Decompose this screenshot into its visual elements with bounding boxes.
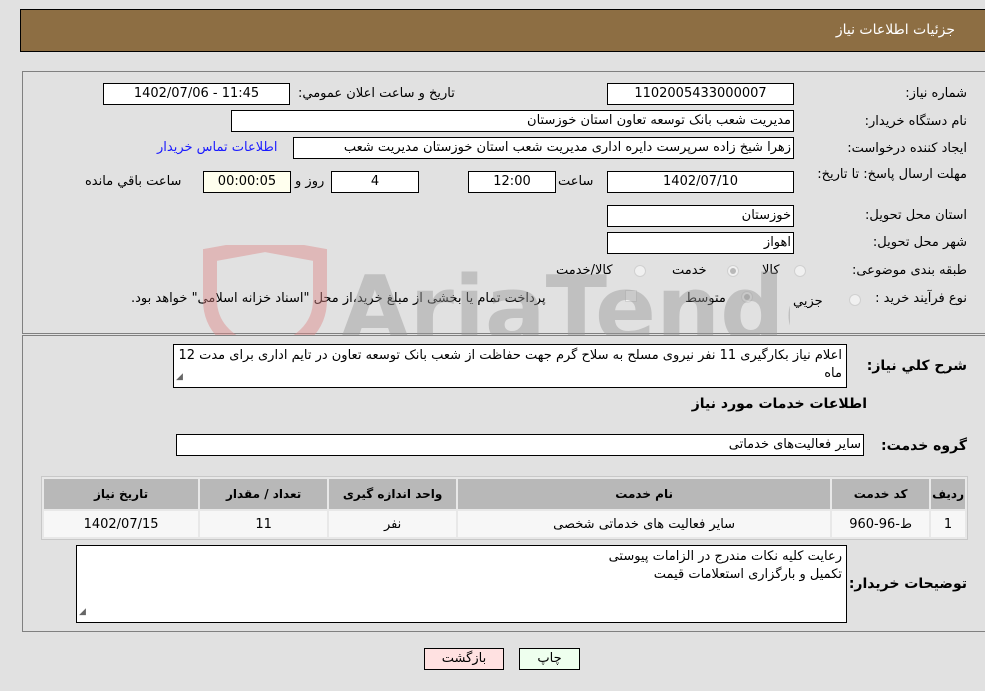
col-unit: واحد اندازه گیری bbox=[329, 479, 457, 509]
category-option-goods-service: کالا/خدمت bbox=[556, 263, 613, 278]
cell-row-number: 1 bbox=[931, 511, 965, 537]
need-number-label: شماره نیاز: bbox=[905, 86, 967, 101]
back-button[interactable]: بازگشت bbox=[424, 648, 504, 670]
buyer-notes-label: توضیحات خریدار: bbox=[848, 576, 967, 592]
cell-service-code: ط-96-960 bbox=[832, 511, 930, 537]
description-textarea[interactable]: اعلام نیاز بکارگیری 11 نفر نیروی مسلح به… bbox=[173, 344, 847, 388]
category-label: طبقه بندی موضوعی: bbox=[851, 263, 967, 278]
deadline-time-label: ساعت bbox=[558, 174, 594, 189]
province-field[interactable]: خوزستان bbox=[607, 205, 794, 227]
services-section-title: اطلاعات خدمات مورد نیاز bbox=[691, 396, 867, 412]
process-label: نوع فرآیند خرید : bbox=[875, 291, 967, 306]
col-quantity: تعداد / مقدار bbox=[200, 479, 328, 509]
category-radio-service[interactable] bbox=[727, 265, 739, 277]
need-number-field[interactable]: 1102005433000007 bbox=[607, 83, 794, 105]
days-remaining-field[interactable]: 4 bbox=[331, 171, 419, 193]
requester-label: ایجاد کننده درخواست: bbox=[847, 141, 967, 156]
treasury-checkbox[interactable] bbox=[625, 290, 637, 302]
city-label: شهر محل تحویل: bbox=[872, 235, 967, 250]
category-radio-goods-service[interactable] bbox=[634, 265, 646, 277]
table-header-row: ردیف کد خدمت نام خدمت واحد اندازه گیری ت… bbox=[44, 479, 965, 509]
col-service-code: کد خدمت bbox=[832, 479, 930, 509]
province-label: استان محل تحویل: bbox=[865, 208, 967, 223]
resize-grip-icon[interactable]: ◢ bbox=[176, 368, 183, 386]
buyer-org-label: نام دستگاه خریدار: bbox=[864, 114, 967, 129]
days-label: روز و bbox=[295, 174, 325, 189]
buyer-contact-link[interactable]: اطلاعات تماس خریدار bbox=[157, 140, 277, 155]
buyer-notes-line: رعایت کلیه نکات مندرج در الزامات پیوستی bbox=[608, 549, 842, 564]
cell-unit: نفر bbox=[329, 511, 457, 537]
page-header: جزئیات اطلاعات نیاز bbox=[20, 9, 985, 52]
col-service-name: نام خدمت bbox=[458, 479, 831, 509]
remaining-time-label: ساعت باقي مانده bbox=[85, 174, 182, 189]
requester-field[interactable]: زهرا شیخ زاده سرپرست دایره اداری مدیریت … bbox=[293, 137, 794, 159]
announce-label: تاریخ و ساعت اعلان عمومي: bbox=[298, 86, 455, 101]
col-row-number: ردیف bbox=[931, 479, 965, 509]
service-group-label: گروه خدمت: bbox=[881, 438, 967, 454]
cell-service-name: سایر فعالیت های خدماتی شخصی bbox=[458, 511, 831, 537]
details-panel: شماره نیاز: 1102005433000007 تاریخ و ساع… bbox=[22, 71, 985, 334]
city-field[interactable]: اهواز bbox=[607, 232, 794, 254]
category-radio-goods[interactable] bbox=[794, 265, 806, 277]
process-option-medium: متوسط bbox=[685, 291, 726, 306]
description-label: شرح کلي نیاز: bbox=[866, 358, 967, 374]
service-group-field[interactable]: سایر فعالیت‌های خدماتی bbox=[176, 434, 864, 456]
cell-quantity: 11 bbox=[200, 511, 328, 537]
print-button[interactable]: چاپ bbox=[519, 648, 580, 670]
page-title: جزئیات اطلاعات نیاز bbox=[835, 22, 955, 38]
description-text: اعلام نیاز بکارگیری 11 نفر نیروی مسلح به… bbox=[178, 348, 842, 381]
table-row: 1 ط-96-960 سایر فعالیت های خدماتی شخصی ن… bbox=[44, 511, 965, 537]
resize-grip-icon[interactable]: ◢ bbox=[79, 603, 86, 621]
buyer-org-field[interactable]: مدیریت شعب بانک توسعه تعاون استان خوزستا… bbox=[231, 110, 794, 132]
cell-need-date: 1402/07/15 bbox=[44, 511, 199, 537]
deadline-label: مهلت ارسال پاسخ: تا تاریخ: bbox=[817, 167, 967, 182]
buyer-notes-line: تکمیل و بارگزاری استعلامات قیمت bbox=[653, 567, 842, 582]
process-option-minor: جزيي bbox=[793, 294, 823, 309]
category-option-goods: کالا bbox=[762, 263, 780, 278]
process-radio-minor[interactable] bbox=[849, 294, 861, 306]
remaining-time-field: 00:00:05 bbox=[203, 171, 291, 193]
services-panel: شرح کلي نیاز: اعلام نیاز بکارگیری 11 نفر… bbox=[22, 335, 985, 632]
process-radio-medium[interactable] bbox=[741, 291, 753, 303]
category-option-service: خدمت bbox=[672, 263, 707, 278]
treasury-checkbox-label: پرداخت تمام یا بخشی از مبلغ خرید،از محل … bbox=[131, 291, 546, 306]
services-table: ردیف کد خدمت نام خدمت واحد اندازه گیری ت… bbox=[41, 476, 968, 540]
deadline-time-field[interactable]: 12:00 bbox=[468, 171, 556, 193]
deadline-date-field[interactable]: 1402/07/10 bbox=[607, 171, 794, 193]
col-need-date: تاریخ نیاز bbox=[44, 479, 199, 509]
announce-datetime-field[interactable]: 1402/07/06 - 11:45 bbox=[103, 83, 290, 105]
buyer-notes-textarea[interactable]: رعایت کلیه نکات مندرج در الزامات پیوستی … bbox=[76, 545, 847, 623]
